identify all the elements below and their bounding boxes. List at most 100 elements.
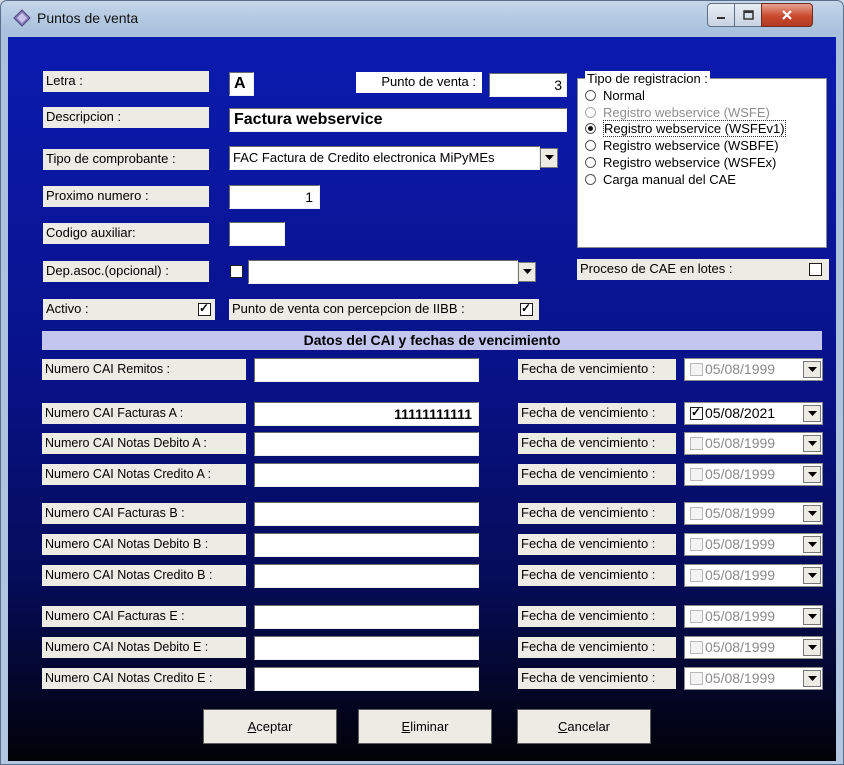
chevron-down-icon bbox=[807, 471, 817, 477]
cai-number-field[interactable] bbox=[254, 636, 479, 660]
cai-number-field[interactable] bbox=[254, 432, 479, 456]
cai-number-field[interactable] bbox=[254, 502, 479, 526]
fecha-vencimiento-picker[interactable]: 05/08/1999 bbox=[684, 636, 823, 659]
date-value: 05/08/1999 bbox=[705, 466, 776, 482]
date-dropdown-button[interactable] bbox=[803, 536, 821, 553]
cai-number-field[interactable] bbox=[254, 605, 479, 629]
date-dropdown-button[interactable] bbox=[803, 670, 821, 687]
codigo-auxiliar-field[interactable] bbox=[229, 222, 285, 246]
descripcion-field[interactable]: Factura webservice bbox=[229, 108, 567, 132]
date-enable-checkbox[interactable] bbox=[690, 363, 703, 376]
fecha-vencimiento-picker[interactable]: 05/08/1999 bbox=[684, 533, 823, 556]
date-dropdown-button[interactable] bbox=[803, 466, 821, 483]
radio-icon bbox=[585, 107, 596, 119]
fecha-vencimiento-label: Fecha de vencimiento : bbox=[518, 403, 676, 424]
date-dropdown-button[interactable] bbox=[803, 505, 821, 522]
percepcion-checkbox[interactable]: ✓ bbox=[520, 301, 533, 316]
date-enable-checkbox[interactable] bbox=[690, 468, 703, 481]
radio-icon bbox=[585, 140, 596, 152]
date-dropdown-button[interactable] bbox=[803, 567, 821, 584]
window: Puntos de venta Letra : A Punto de venta… bbox=[0, 0, 844, 765]
activo-checkbox[interactable]: ✓ bbox=[198, 301, 211, 316]
tipo-comprobante-dropdown-button[interactable] bbox=[540, 148, 558, 168]
tipo-registracion-title: Tipo de registracion : bbox=[585, 71, 710, 86]
close-button[interactable] bbox=[761, 3, 813, 27]
fecha-vencimiento-picker[interactable]: 05/08/1999 bbox=[684, 432, 823, 455]
fecha-vencimiento-picker[interactable]: 05/08/1999 bbox=[684, 463, 823, 486]
dep-asoc-dropdown-button[interactable] bbox=[518, 262, 536, 282]
chevron-down-icon bbox=[807, 366, 817, 372]
date-enable-checkbox[interactable] bbox=[690, 538, 703, 551]
proceso-lotes-label: Proceso de CAE en lotes : bbox=[577, 259, 829, 280]
date-value: 05/08/1999 bbox=[705, 536, 776, 552]
radio-wsbfe[interactable]: Registro webservice (WSBFE) bbox=[585, 138, 779, 153]
punto-venta-field[interactable]: 3 bbox=[489, 73, 567, 97]
dep-asoc-select[interactable] bbox=[248, 260, 518, 284]
cai-number-field[interactable]: 11111111111 bbox=[254, 402, 479, 426]
date-value: 05/08/2021 bbox=[705, 405, 776, 421]
tipo-comprobante-value: FAC Factura de Credito electronica MiPyM… bbox=[233, 150, 495, 165]
tipo-registracion-group: Tipo de registracion : Normal Registro w… bbox=[577, 71, 827, 248]
radio-wsfex[interactable]: Registro webservice (WSFEx) bbox=[585, 155, 776, 170]
radio-wsfev1[interactable]: Registro webservice (WSFEv1) bbox=[585, 120, 786, 137]
date-value: 05/08/1999 bbox=[705, 435, 776, 451]
radio-icon bbox=[585, 174, 596, 186]
date-dropdown-button[interactable] bbox=[803, 608, 821, 625]
eliminar-button[interactable]: Eliminar bbox=[358, 709, 492, 744]
cai-row-label: Numero CAI Remitos : bbox=[42, 359, 246, 380]
fecha-vencimiento-picker[interactable]: ✓ 05/08/2021 bbox=[684, 402, 823, 425]
fecha-vencimiento-picker[interactable]: 05/08/1999 bbox=[684, 564, 823, 587]
proximo-numero-label: Proximo numero : bbox=[43, 186, 209, 207]
date-value: 05/08/1999 bbox=[705, 639, 776, 655]
chevron-down-icon bbox=[807, 541, 817, 547]
chevron-down-icon bbox=[544, 155, 554, 160]
activo-label: Activo : bbox=[43, 299, 215, 320]
cai-number-field[interactable] bbox=[254, 463, 479, 487]
date-value: 05/08/1999 bbox=[705, 608, 776, 624]
date-dropdown-button[interactable] bbox=[803, 639, 821, 656]
app-icon bbox=[13, 9, 31, 27]
title-bar[interactable]: Puntos de venta bbox=[1, 1, 843, 37]
cai-row-label: Numero CAI Notas Debito E : bbox=[42, 637, 246, 658]
radio-normal[interactable]: Normal bbox=[585, 88, 645, 103]
date-enable-checkbox[interactable] bbox=[690, 569, 703, 582]
cai-row-label: Numero CAI Facturas B : bbox=[42, 503, 246, 524]
date-enable-checkbox[interactable] bbox=[690, 641, 703, 654]
date-enable-checkbox[interactable] bbox=[690, 610, 703, 623]
dep-asoc-checkbox[interactable] bbox=[230, 265, 243, 278]
letra-field[interactable]: A bbox=[229, 72, 254, 96]
fecha-vencimiento-label: Fecha de vencimiento : bbox=[518, 668, 676, 689]
form-area: Letra : A Punto de venta : 3 Descripcion… bbox=[8, 37, 836, 761]
cai-number-field[interactable] bbox=[254, 358, 479, 382]
date-dropdown-button[interactable] bbox=[803, 435, 821, 452]
cai-number-field[interactable] bbox=[254, 564, 479, 588]
date-enable-checkbox[interactable] bbox=[690, 507, 703, 520]
date-dropdown-button[interactable] bbox=[803, 361, 821, 378]
date-enable-checkbox[interactable] bbox=[690, 672, 703, 685]
cancelar-button[interactable]: Cancelar bbox=[517, 709, 651, 744]
cai-number-field[interactable] bbox=[254, 533, 479, 557]
tipo-comprobante-select[interactable]: FAC Factura de Credito electronica MiPyM… bbox=[229, 146, 540, 170]
date-value: 05/08/1999 bbox=[705, 670, 776, 686]
check-icon: ✓ bbox=[199, 301, 210, 315]
fecha-vencimiento-picker[interactable]: 05/08/1999 bbox=[684, 667, 823, 690]
cai-row-label: Numero CAI Facturas A : bbox=[42, 403, 246, 424]
proximo-numero-field[interactable]: 1 bbox=[229, 185, 320, 209]
fecha-vencimiento-picker[interactable]: 05/08/1999 bbox=[684, 502, 823, 525]
radio-carga-manual[interactable]: Carga manual del CAE bbox=[585, 172, 736, 187]
cai-number-field[interactable] bbox=[254, 667, 479, 691]
date-dropdown-button[interactable] bbox=[803, 405, 821, 422]
radio-wsfe[interactable]: Registro webservice (WSFE) bbox=[585, 105, 770, 120]
minimize-button[interactable] bbox=[707, 3, 735, 27]
cai-row-label: Numero CAI Facturas E : bbox=[42, 606, 246, 627]
fecha-vencimiento-picker[interactable]: 05/08/1999 bbox=[684, 358, 823, 381]
percepcion-label: Punto de venta con percepcion de IIBB : bbox=[229, 299, 539, 320]
chevron-down-icon bbox=[807, 644, 817, 650]
fecha-vencimiento-picker[interactable]: 05/08/1999 bbox=[684, 605, 823, 628]
window-title: Puntos de venta bbox=[37, 10, 139, 26]
date-enable-checkbox[interactable]: ✓ bbox=[690, 405, 703, 420]
date-enable-checkbox[interactable] bbox=[690, 437, 703, 450]
proceso-lotes-checkbox[interactable] bbox=[809, 263, 822, 276]
aceptar-button[interactable]: Aceptar bbox=[203, 709, 337, 744]
maximize-button[interactable] bbox=[734, 3, 762, 27]
